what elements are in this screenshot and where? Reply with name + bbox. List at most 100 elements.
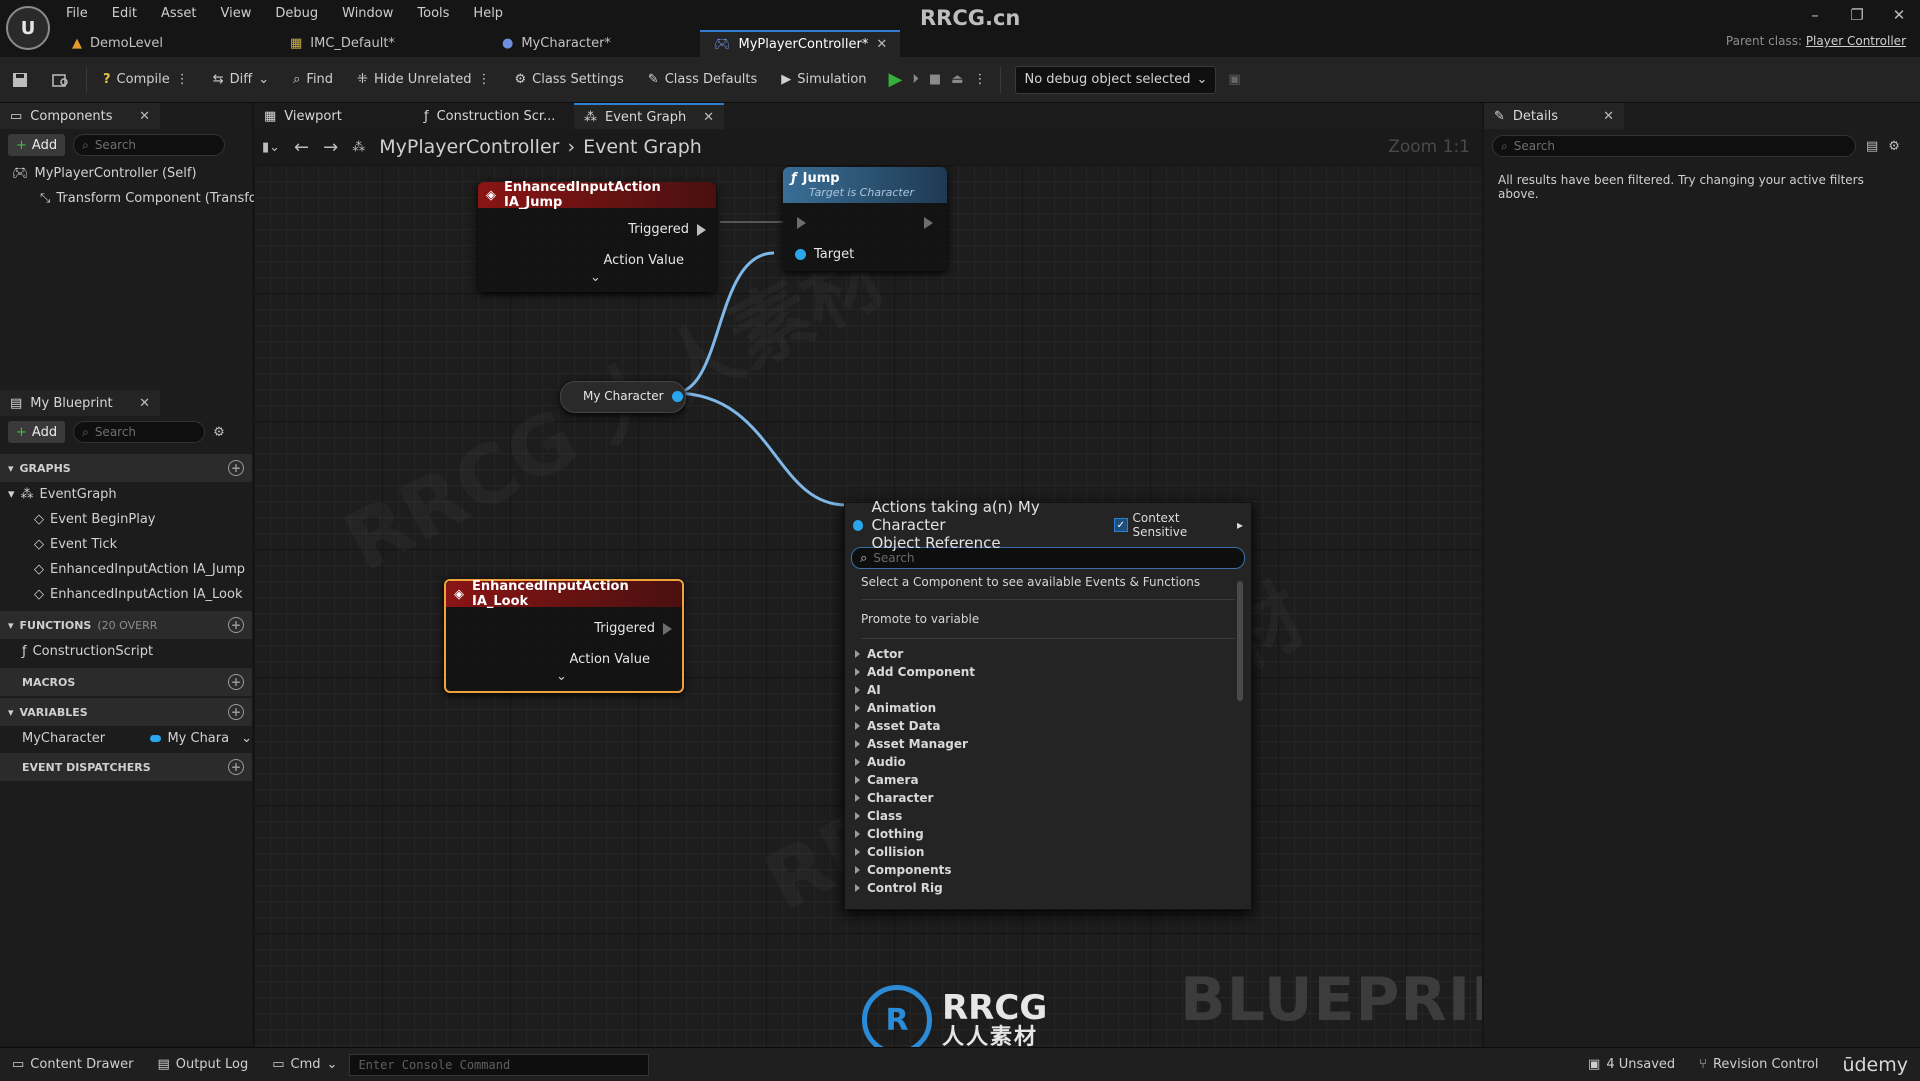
- compile-button[interactable]: ? Compile ⋮: [91, 57, 201, 102]
- gear-icon[interactable]: ⚙: [213, 425, 225, 440]
- graph-event-item[interactable]: ◇ Event BeginPlay: [0, 507, 252, 532]
- play-icon[interactable]: ▶: [889, 69, 903, 90]
- category-class[interactable]: Class: [845, 807, 1251, 825]
- tab-details[interactable]: ✎ Details ✕: [1484, 103, 1624, 129]
- action-value-pin[interactable]: Action Value: [603, 253, 684, 268]
- category-camera[interactable]: Camera: [845, 771, 1251, 789]
- close-panel-icon[interactable]: ✕: [1603, 109, 1614, 124]
- functions-category[interactable]: ▾ FUNCTIONS (20 OVERR +: [0, 611, 252, 639]
- back-arrow-icon[interactable]: ←: [294, 137, 309, 158]
- event-graph-item[interactable]: ▾ ⁂ EventGraph: [0, 482, 252, 507]
- my-character-output[interactable]: My Character: [583, 389, 683, 403]
- tab-construction-script[interactable]: ƒ Construction Scr...: [414, 103, 574, 129]
- unreal-logo-icon[interactable]: U: [6, 6, 50, 50]
- triggered-pin[interactable]: Triggered: [594, 621, 672, 636]
- variables-category[interactable]: ▾ VARIABLES +: [0, 698, 252, 726]
- close-window-icon[interactable]: ✕: [1884, 6, 1914, 28]
- menu-tools[interactable]: Tools: [417, 6, 449, 21]
- console-command-input[interactable]: Enter Console Command: [349, 1053, 650, 1076]
- triggered-pin[interactable]: Triggered: [628, 222, 706, 237]
- add-function-icon[interactable]: +: [228, 617, 244, 633]
- tab-my-blueprint[interactable]: ▤ My Blueprint ✕: [0, 390, 160, 416]
- find-button[interactable]: ⌕ Find: [281, 57, 345, 102]
- macros-category[interactable]: MACROS +: [0, 668, 252, 696]
- my-blueprint-search-input[interactable]: ⌕ Search: [73, 421, 206, 443]
- add-dispatcher-icon[interactable]: +: [228, 759, 244, 775]
- variable-item[interactable]: MyCharacter My Chara ⌄: [0, 726, 252, 751]
- my-character-getter-node[interactable]: My Character: [560, 381, 686, 413]
- add-graph-icon[interactable]: +: [228, 460, 244, 476]
- more-options-icon[interactable]: ⋮: [176, 72, 189, 87]
- tab-components[interactable]: ▭ Components ✕: [0, 103, 160, 129]
- browse-icon[interactable]: [40, 57, 82, 102]
- menu-debug[interactable]: Debug: [275, 6, 318, 21]
- tab-myplayercontroller[interactable]: 🎮︎ MyPlayerController* ✕: [700, 30, 900, 57]
- hide-unrelated-button[interactable]: ⁜ Hide Unrelated ⋮: [345, 57, 502, 102]
- debug-browse-icon[interactable]: ▣: [1216, 57, 1252, 102]
- forward-arrow-icon[interactable]: →: [323, 137, 338, 158]
- component-child-item[interactable]: ⤡ Transform Component (Transfo: [0, 186, 257, 211]
- exec-out-pin-icon[interactable]: [924, 217, 933, 229]
- category-asset-manager[interactable]: Asset Manager: [845, 735, 1251, 753]
- ia-jump-node[interactable]: ◈ EnhancedInputAction IA_Jump Triggered …: [478, 180, 716, 292]
- debug-object-select[interactable]: No debug object selected ⌄: [1015, 65, 1217, 94]
- graph-event-item[interactable]: ◇ EnhancedInputAction IA_Jump: [0, 557, 252, 582]
- menu-asset[interactable]: Asset: [161, 6, 197, 21]
- context-sensitive-toggle[interactable]: ✓ Context Sensitive ▸: [1114, 511, 1243, 539]
- cmd-select[interactable]: ▭ Cmd ⌄: [260, 1048, 349, 1081]
- close-tab-icon[interactable]: ✕: [876, 37, 887, 52]
- save-icon[interactable]: [0, 57, 40, 102]
- add-variable-icon[interactable]: +: [228, 704, 244, 720]
- promote-to-variable-item[interactable]: Promote to variable: [845, 604, 1251, 634]
- graphs-category[interactable]: ▾ GRAPHS +: [0, 454, 252, 482]
- components-search-input[interactable]: ⌕ Search: [73, 134, 226, 156]
- diff-button[interactable]: ⇆ Diff ⌄: [201, 57, 281, 102]
- close-panel-icon[interactable]: ✕: [139, 396, 150, 411]
- more-options-icon[interactable]: ⋮: [477, 72, 490, 87]
- category-animation[interactable]: Animation: [845, 699, 1251, 717]
- ia-look-node[interactable]: ◈ EnhancedInputAction IA_Look Triggered …: [444, 579, 684, 693]
- tab-demolevel[interactable]: ▲ DemoLevel: [58, 30, 276, 57]
- output-log-button[interactable]: ▤ Output Log: [145, 1048, 260, 1081]
- category-character[interactable]: Character: [845, 789, 1251, 807]
- jump-function-node[interactable]: ƒ Jump Target is Character Target: [783, 167, 947, 271]
- add-member-button[interactable]: + Add: [8, 421, 66, 443]
- stop-icon[interactable]: ■: [929, 72, 941, 87]
- add-macro-icon[interactable]: +: [228, 674, 244, 690]
- expand-chevron-icon[interactable]: ⌄: [590, 270, 601, 285]
- table-view-icon[interactable]: ▤: [1866, 139, 1878, 154]
- category-components[interactable]: Components: [845, 861, 1251, 879]
- eject-icon[interactable]: ⏏: [951, 72, 963, 87]
- category-asset-data[interactable]: Asset Data: [845, 717, 1251, 735]
- chevron-down-icon[interactable]: ⌄: [241, 731, 252, 746]
- close-panel-icon[interactable]: ✕: [139, 109, 150, 124]
- category-ai[interactable]: AI: [845, 681, 1251, 699]
- category-control-rig[interactable]: Control Rig: [845, 879, 1251, 897]
- bookmark-icon[interactable]: ▮⌄: [262, 140, 280, 155]
- menu-view[interactable]: View: [221, 6, 252, 21]
- category-add-component[interactable]: Add Component: [845, 663, 1251, 681]
- category-actor[interactable]: Actor: [845, 645, 1251, 663]
- menu-help[interactable]: Help: [473, 6, 503, 21]
- category-audio[interactable]: Audio: [845, 753, 1251, 771]
- event-dispatchers-category[interactable]: EVENT DISPATCHERS +: [0, 753, 252, 781]
- details-search-input[interactable]: ⌕ Search: [1492, 135, 1856, 157]
- menu-window[interactable]: Window: [342, 6, 393, 21]
- graph-event-item[interactable]: ◇ EnhancedInputAction IA_Look: [0, 582, 252, 607]
- add-component-button[interactable]: + Add: [8, 134, 66, 156]
- action-value-pin[interactable]: Action Value: [569, 652, 650, 667]
- exec-in-pin-icon[interactable]: [797, 217, 806, 229]
- menu-edit[interactable]: Edit: [112, 6, 137, 21]
- target-pin[interactable]: Target: [795, 247, 854, 262]
- simulation-button[interactable]: ▶ Simulation: [769, 57, 878, 102]
- unsaved-button[interactable]: ▣ 4 Unsaved: [1576, 1048, 1687, 1081]
- tab-event-graph[interactable]: ⁂ Event Graph ✕: [574, 103, 724, 129]
- construction-script-item[interactable]: ƒ ConstructionScript: [0, 639, 252, 664]
- tab-mycharacter[interactable]: ● MyCharacter*: [488, 30, 700, 57]
- restore-icon[interactable]: ❐: [1842, 6, 1872, 28]
- expand-chevron-icon[interactable]: ⌄: [556, 669, 567, 684]
- content-drawer-button[interactable]: ▭ Content Drawer: [0, 1048, 145, 1081]
- component-root-item[interactable]: 🎮︎ MyPlayerController (Self): [0, 161, 252, 186]
- tab-viewport[interactable]: ▦ Viewport: [254, 103, 414, 129]
- context-scrollbar[interactable]: [1237, 581, 1243, 701]
